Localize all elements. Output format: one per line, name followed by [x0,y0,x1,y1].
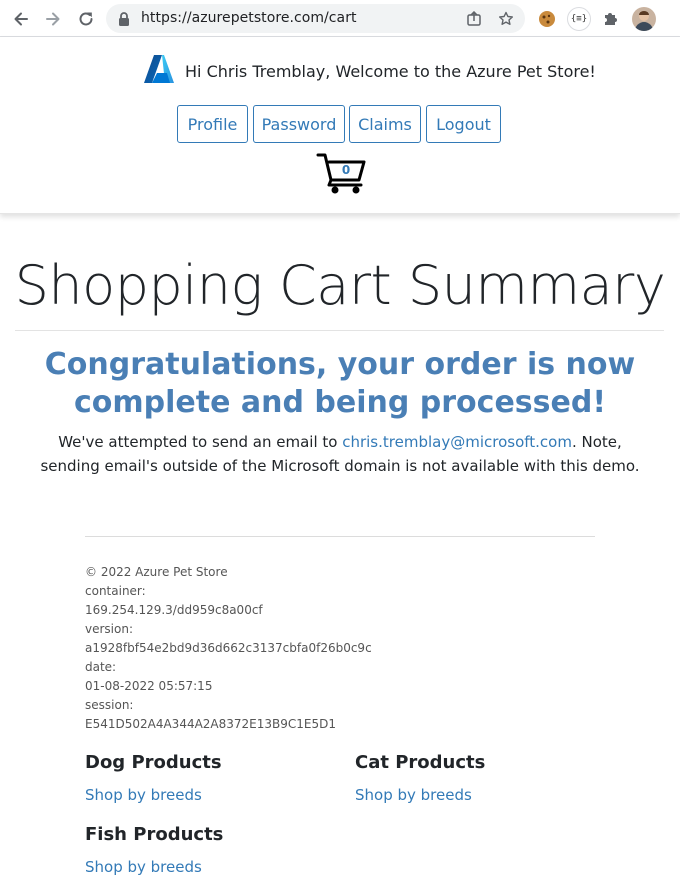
dog-shop-by-breeds-link[interactable]: Shop by breeds [85,784,325,806]
cookie-extension-icon[interactable] [535,7,559,31]
shopping-cart-icon[interactable]: 0 [316,151,368,195]
account-button-group: Profile Password Claims Logout [177,105,501,143]
cat-shop-by-breeds-link[interactable]: Shop by breeds [355,784,595,806]
footer-divider [85,536,595,537]
title-divider [15,330,664,331]
back-icon[interactable] [8,6,34,32]
fish-products-heading: Fish Products [85,824,224,845]
order-complete-heading: Congratulations, your order is now compl… [44,347,636,420]
share-icon[interactable] [464,9,484,29]
dog-products-section: Dog Products Shop by breeds [85,750,325,806]
logout-button[interactable]: Logout [426,105,501,143]
session-label: session: [85,698,134,712]
container-value: 169.254.129.3/dd959c8a00cf [85,603,263,617]
browser-toolbar: https://azurepetstore.com/cart {≡} [0,0,680,37]
url-text[interactable]: https://azurepetstore.com/cart [141,4,357,33]
copyright-text: © 2022 Azure Pet Store [85,565,228,579]
cart-count-badge: 0 [341,163,351,177]
cat-products-heading: Cat Products [355,752,486,773]
azure-logo-icon[interactable] [143,54,175,88]
welcome-message: Hi Chris Tremblay, Welcome to the Azure … [185,61,596,81]
session-value: E541D502A4A344A2A8372E13B9C1E5D1 [85,717,337,731]
password-button[interactable]: Password [253,105,345,143]
bookmark-star-icon[interactable] [496,9,516,29]
welcome-row: Hi Chris Tremblay, Welcome to the Azure … [143,55,596,87]
profile-button[interactable]: Profile [177,105,248,143]
date-label: date: [85,660,117,674]
claims-button[interactable]: Claims [349,105,421,143]
reload-icon[interactable] [73,6,99,32]
address-bar[interactable]: https://azurepetstore.com/cart [106,4,525,33]
cat-products-section: Cat Products Shop by breeds [355,750,595,806]
site-header: Hi Chris Tremblay, Welcome to the Azure … [0,37,680,214]
email-note-prefix: We've attempted to send an email to [58,433,343,451]
lock-icon[interactable] [118,11,130,30]
profile-avatar[interactable] [632,7,656,31]
forward-icon[interactable] [40,6,66,32]
version-label: version: [85,622,133,636]
fish-shop-by-breeds-link[interactable]: Shop by breeds [85,856,325,878]
container-label: container: [85,584,146,598]
deployment-info: © 2022 Azure Pet Store container: 169.25… [85,563,485,734]
email-note: We've attempted to send an email to chri… [30,430,650,478]
extensions-puzzle-icon[interactable] [598,7,622,31]
json-extension-icon[interactable]: {≡} [567,7,591,31]
dog-products-heading: Dog Products [85,752,222,773]
page-title: Shopping Cart Summary [14,254,666,317]
version-value: a1928fbf54e2bd9d36d662c3137cbfa0f26b0c9c [85,641,372,655]
fish-products-section: Fish Products Shop by breeds [85,822,325,878]
email-link[interactable]: chris.tremblay@microsoft.com [342,433,572,451]
date-value: 01-08-2022 05:57:15 [85,679,213,693]
